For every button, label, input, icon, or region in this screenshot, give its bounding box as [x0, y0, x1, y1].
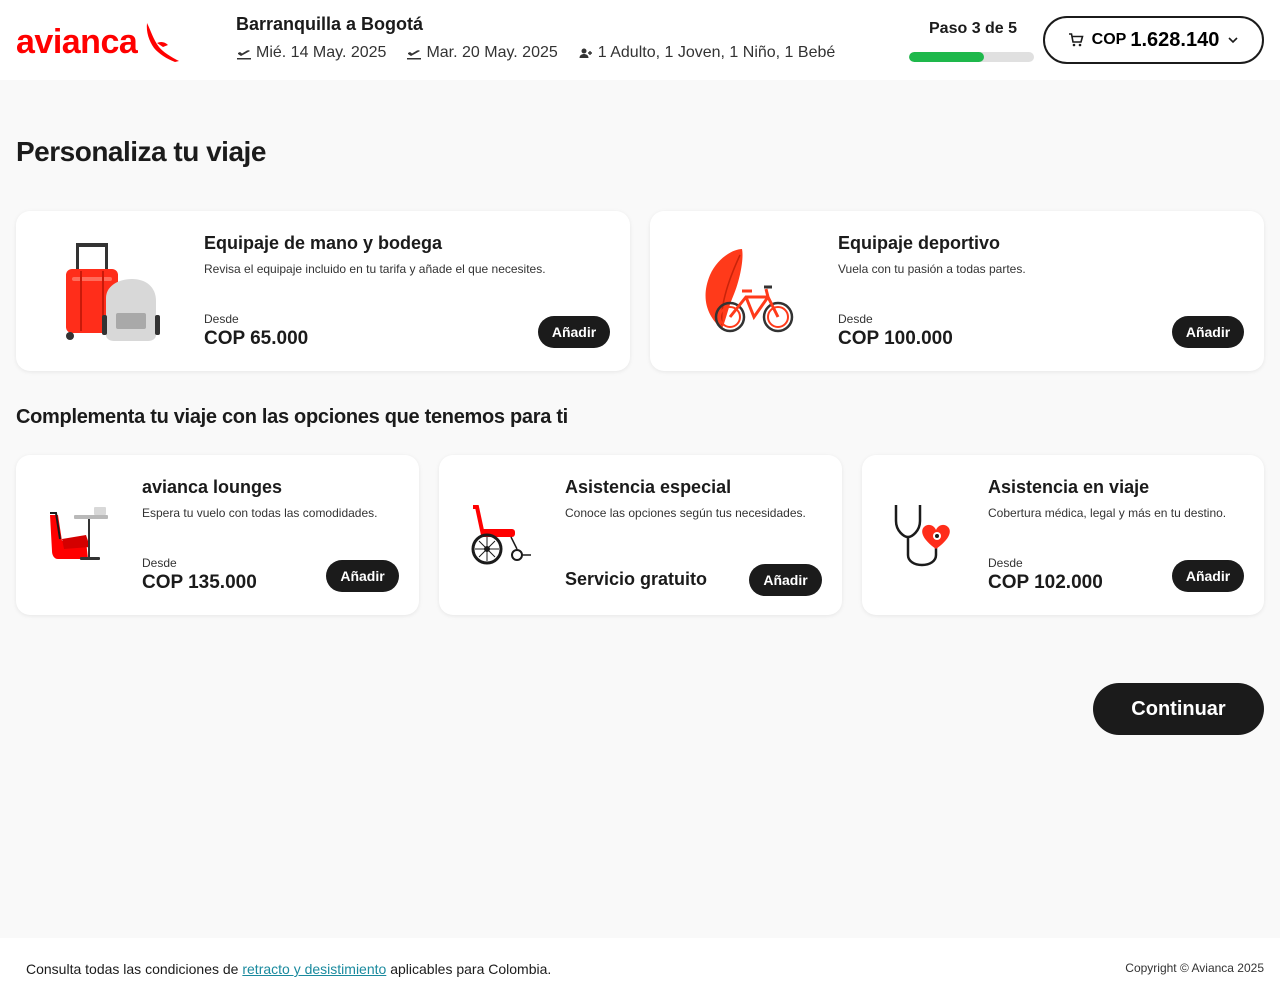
special-assistance-card: Asistencia especial Conoce las opciones … [439, 455, 842, 615]
add-sports-equipment-button[interactable]: Añadir [1172, 316, 1244, 348]
card-title: Equipaje de mano y bodega [204, 233, 443, 253]
avianca-logo[interactable]: avianca [16, 20, 181, 64]
card-title: Asistencia especial [565, 477, 732, 497]
passengers-summary: 1 Adulto, 1 Joven, 1 Niño, 1 Bebé [597, 44, 836, 61]
luggage-icon [66, 243, 160, 341]
from-label: Desde [988, 556, 1023, 570]
card-title: avianca lounges [142, 477, 283, 497]
return-date-segment: Mar. 20 May. 2025 [406, 44, 558, 62]
travel-assistance-card: Asistencia en viaje Cobertura médica, le… [862, 455, 1264, 615]
passengers-icon [579, 48, 592, 58]
sports-equipment-card: Equipaje deportivo Vuela con tu pasión a… [650, 211, 1264, 371]
free-service-label: Servicio gratuito [565, 569, 708, 589]
trip-info: Mié. 14 May. 2025 Mar. 20 May. 2025 1 Ad… [236, 44, 855, 62]
page-title: Personaliza tu viaje [16, 136, 266, 167]
withdrawal-terms-link[interactable]: retracto y desistimiento [242, 961, 386, 977]
legal-suffix: aplicables para Colombia. [390, 961, 552, 977]
continue-button[interactable]: Continuar [1093, 683, 1264, 735]
takeoff-icon [407, 50, 422, 60]
add-baggage-button[interactable]: Añadir [538, 316, 610, 348]
section-title: Complementa tu viaje con las opciones qu… [16, 406, 568, 428]
return-date: Mar. 20 May. 2025 [426, 44, 558, 61]
stethoscope-heart-icon [894, 505, 950, 567]
chevron-down-icon [1228, 37, 1238, 44]
add-travel-assistance-button[interactable]: Añadir [1172, 560, 1244, 592]
cart-summary-button[interactable]: COP 1.628.140 [1043, 16, 1264, 64]
wheelchair-icon [471, 505, 531, 565]
card-title: Asistencia en viaje [988, 477, 1150, 497]
logo-bird-icon [147, 23, 180, 62]
card-price: COP 65.000 [204, 328, 309, 349]
surfboard-bicycle-icon [705, 249, 794, 333]
from-label: Desde [204, 312, 239, 326]
card-title: Equipaje deportivo [838, 233, 1001, 253]
card-description: Vuela con tu pasión a todas partes. [838, 262, 1026, 276]
card-description: Espera tu vuelo con todas las comodidade… [142, 506, 378, 520]
from-label: Desde [142, 556, 177, 570]
baggage-card: Equipaje de mano y bodega Revisa el equi… [16, 211, 630, 371]
footer: Consulta todas las condiciones de retrac… [0, 938, 1280, 1000]
step-indicator: Paso 3 de 5 [929, 20, 1018, 37]
logo-wordmark: avianca [16, 22, 138, 61]
card-description: Cobertura médica, legal y más en tu dest… [988, 506, 1227, 520]
card-price: COP 102.000 [988, 572, 1103, 593]
route-title: Barranquilla a Bogotá [236, 14, 424, 34]
card-price: COP 100.000 [838, 328, 953, 349]
cart-icon [1068, 33, 1084, 47]
card-price: COP 135.000 [142, 572, 257, 593]
depart-date-segment: Mié. 14 May. 2025 [236, 44, 386, 62]
passengers-segment: 1 Adulto, 1 Joven, 1 Niño, 1 Bebé [578, 44, 836, 62]
takeoff-icon [237, 50, 251, 60]
from-label: Desde [838, 312, 873, 326]
top-header: avianca Barranquilla a Bogotá Mié. 14 Ma… [0, 0, 1280, 80]
lounges-card: avianca lounges Espera tu vuelo con toda… [16, 455, 419, 615]
copyright: Copyright © Avianca 2025 [1125, 961, 1264, 975]
step-progress-bar [909, 52, 1034, 62]
lounge-chair-icon [50, 507, 108, 560]
cart-currency: COP [1091, 31, 1127, 48]
depart-date: Mié. 14 May. 2025 [256, 44, 387, 61]
step-progress-fill [909, 52, 984, 62]
legal-prefix: Consulta todas las condiciones de [26, 961, 239, 977]
add-special-assistance-button[interactable]: Añadir [749, 564, 822, 596]
add-lounge-button[interactable]: Añadir [326, 560, 399, 592]
card-description: Revisa el equipaje incluido en tu tarifa… [204, 262, 546, 276]
card-description: Conoce las opciones según tus necesidade… [565, 506, 806, 520]
legal-notice: Consulta todas las condiciones de retrac… [26, 961, 551, 977]
cart-total: 1.628.140 [1130, 28, 1220, 51]
